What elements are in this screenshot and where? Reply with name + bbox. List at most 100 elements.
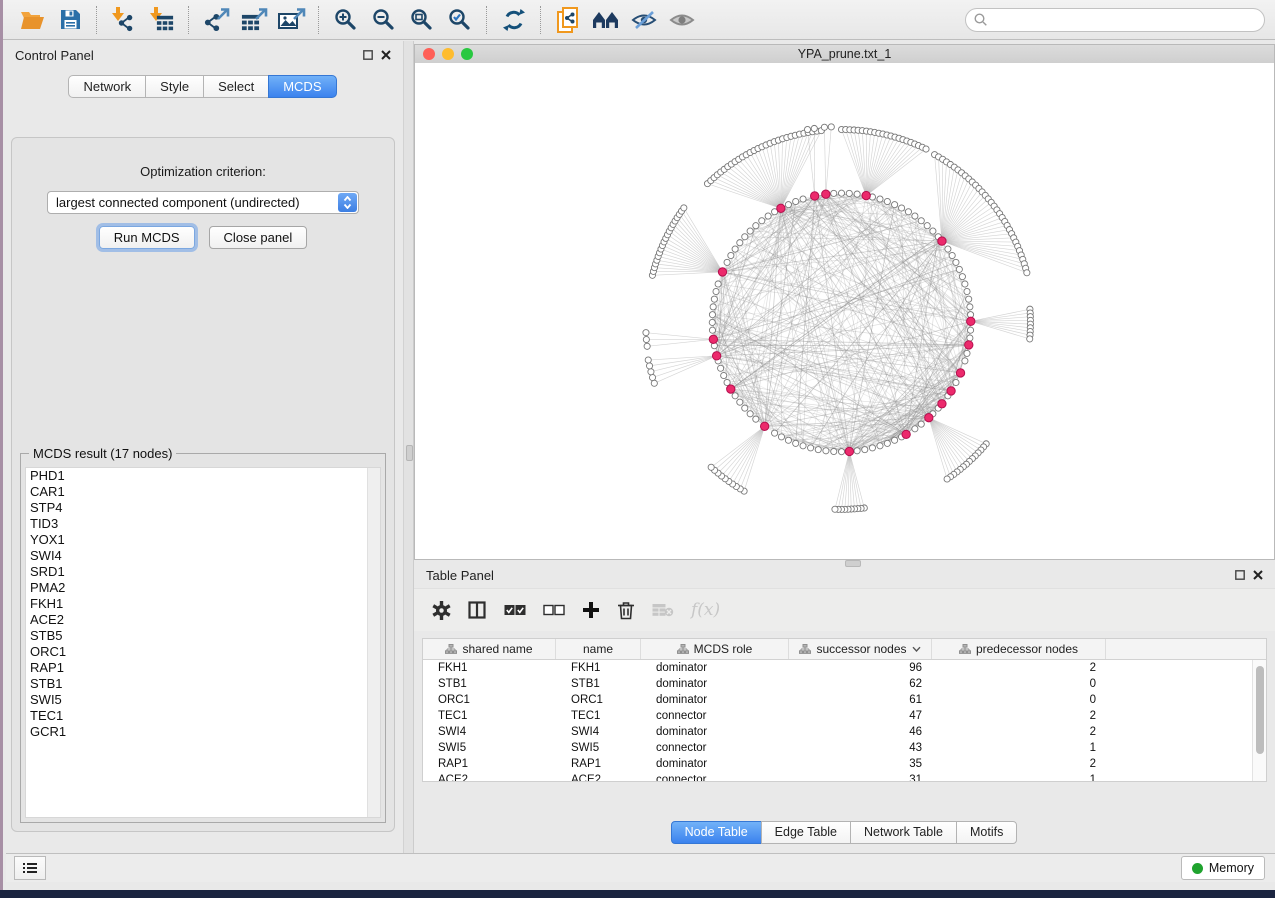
mcds-result-item[interactable]: YOX1	[26, 532, 380, 548]
table-cell[interactable]: STB1	[556, 676, 641, 692]
tab-network-table[interactable]: Network Table	[850, 821, 957, 844]
table-cell[interactable]: 46	[789, 724, 932, 740]
table-cell[interactable]: SWI5	[556, 740, 641, 756]
tab-network[interactable]: Network	[68, 75, 146, 98]
table-row[interactable]: RAP1RAP1dominator352	[423, 756, 1266, 772]
table-cell[interactable]: SWI5	[423, 740, 556, 756]
table-cell[interactable]: dominator	[641, 660, 789, 676]
run-mcds-button[interactable]: Run MCDS	[99, 226, 195, 249]
table-cell[interactable]: 0	[932, 692, 1106, 708]
import-table-icon[interactable]	[143, 3, 181, 37]
result-list-scrollbar[interactable]	[367, 468, 380, 817]
export-image-icon[interactable]	[273, 3, 311, 37]
table-row[interactable]: ACE2ACE2connector311	[423, 772, 1266, 782]
column-header-MCDS-role[interactable]: MCDS role	[641, 639, 789, 659]
tab-style[interactable]: Style	[145, 75, 204, 98]
table-cell[interactable]: dominator	[641, 676, 789, 692]
first-neighbors-icon[interactable]	[587, 3, 625, 37]
apply-layout-icon[interactable]	[495, 3, 533, 37]
table-cell[interactable]: FKH1	[556, 660, 641, 676]
close-panel-icon[interactable]	[381, 50, 391, 60]
search-input[interactable]	[993, 12, 1256, 28]
table-row[interactable]: TEC1TEC1connector472	[423, 708, 1266, 724]
table-cell[interactable]: ACE2	[423, 772, 556, 782]
table-cell[interactable]: STB1	[423, 676, 556, 692]
table-cell[interactable]: SWI4	[423, 724, 556, 740]
zoom-selected-icon[interactable]	[441, 3, 479, 37]
tab-edge-table[interactable]: Edge Table	[761, 821, 851, 844]
table-row[interactable]: FKH1FKH1dominator962	[423, 660, 1266, 676]
memory-button[interactable]: Memory	[1181, 856, 1265, 880]
table-cell[interactable]: 43	[789, 740, 932, 756]
table-cell[interactable]: connector	[641, 740, 789, 756]
table-cell[interactable]: 2	[932, 660, 1106, 676]
column-header-successor-nodes[interactable]: successor nodes	[789, 639, 932, 659]
hide-selected-icon[interactable]	[625, 3, 663, 37]
table-cell[interactable]: 2	[932, 756, 1106, 772]
table-cell[interactable]: dominator	[641, 756, 789, 772]
network-canvas[interactable]	[415, 63, 1274, 559]
table-scrollbar[interactable]	[1252, 660, 1266, 781]
horizontal-splitter-grip[interactable]	[845, 560, 861, 567]
mcds-result-item[interactable]: CAR1	[26, 484, 380, 500]
table-cell[interactable]: FKH1	[423, 660, 556, 676]
close-panel-button[interactable]: Close panel	[209, 226, 308, 249]
import-network-icon[interactable]	[105, 3, 143, 37]
table-cell[interactable]: 2	[932, 708, 1106, 724]
task-history-button[interactable]	[14, 856, 46, 880]
mcds-result-item[interactable]: GCR1	[26, 724, 380, 740]
mcds-result-item[interactable]: TID3	[26, 516, 380, 532]
add-row-icon[interactable]	[582, 601, 600, 619]
mcds-result-item[interactable]: SWI4	[26, 548, 380, 564]
criterion-dropdown[interactable]: largest connected component (undirected)	[47, 191, 359, 214]
zoom-out-icon[interactable]	[365, 3, 403, 37]
table-cell[interactable]: TEC1	[423, 708, 556, 724]
table-cell[interactable]: RAP1	[423, 756, 556, 772]
mcds-result-item[interactable]: STB1	[26, 676, 380, 692]
tab-motifs[interactable]: Motifs	[956, 821, 1017, 844]
table-row[interactable]: ORC1ORC1dominator610	[423, 692, 1266, 708]
splitter-grip[interactable]	[406, 445, 413, 461]
table-cell[interactable]: dominator	[641, 724, 789, 740]
float-panel-icon[interactable]	[363, 50, 373, 60]
mcds-result-item[interactable]: STP4	[26, 500, 380, 516]
show-columns-icon[interactable]	[468, 601, 487, 619]
table-cell[interactable]: SWI4	[556, 724, 641, 740]
table-cell[interactable]: 31	[789, 772, 932, 782]
column-header-name[interactable]: name	[556, 639, 641, 659]
table-row[interactable]: STB1STB1dominator620	[423, 676, 1266, 692]
table-row[interactable]: SWI5SWI5connector431	[423, 740, 1266, 756]
export-table-icon[interactable]	[235, 3, 273, 37]
table-cell[interactable]: 2	[932, 724, 1106, 740]
table-cell[interactable]: 61	[789, 692, 932, 708]
network-window-titlebar[interactable]: YPA_prune.txt_1	[415, 45, 1274, 64]
mcds-result-item[interactable]: STB5	[26, 628, 380, 644]
table-cell[interactable]: connector	[641, 708, 789, 724]
mcds-result-item[interactable]: RAP1	[26, 660, 380, 676]
table-cell[interactable]: RAP1	[556, 756, 641, 772]
save-icon[interactable]	[51, 3, 89, 37]
zoom-in-icon[interactable]	[327, 3, 365, 37]
delete-row-icon[interactable]	[617, 600, 635, 620]
mcds-result-list[interactable]: PHD1CAR1STP4TID3YOX1SWI4SRD1PMA2FKH1ACE2…	[25, 467, 381, 818]
zoom-fit-icon[interactable]	[403, 3, 441, 37]
mcds-result-item[interactable]: ORC1	[26, 644, 380, 660]
show-all-icon[interactable]	[663, 3, 701, 37]
table-cell[interactable]: ACE2	[556, 772, 641, 782]
deselect-all-icon[interactable]	[543, 604, 565, 616]
column-header-predecessor-nodes[interactable]: predecessor nodes	[932, 639, 1106, 659]
tab-select[interactable]: Select	[203, 75, 269, 98]
search-box[interactable]	[965, 8, 1265, 32]
table-cell[interactable]: 96	[789, 660, 932, 676]
table-scrollbar-thumb[interactable]	[1256, 666, 1264, 754]
select-all-icon[interactable]	[504, 604, 526, 616]
mcds-result-item[interactable]: ACE2	[26, 612, 380, 628]
tab-node-table[interactable]: Node Table	[671, 821, 762, 844]
table-cell[interactable]: 35	[789, 756, 932, 772]
table-cell[interactable]: 0	[932, 676, 1106, 692]
table-row[interactable]: SWI4SWI4dominator462	[423, 724, 1266, 740]
close-panel-icon[interactable]	[1253, 570, 1263, 580]
mcds-result-item[interactable]: SRD1	[26, 564, 380, 580]
table-cell[interactable]: 47	[789, 708, 932, 724]
table-cell[interactable]: 62	[789, 676, 932, 692]
